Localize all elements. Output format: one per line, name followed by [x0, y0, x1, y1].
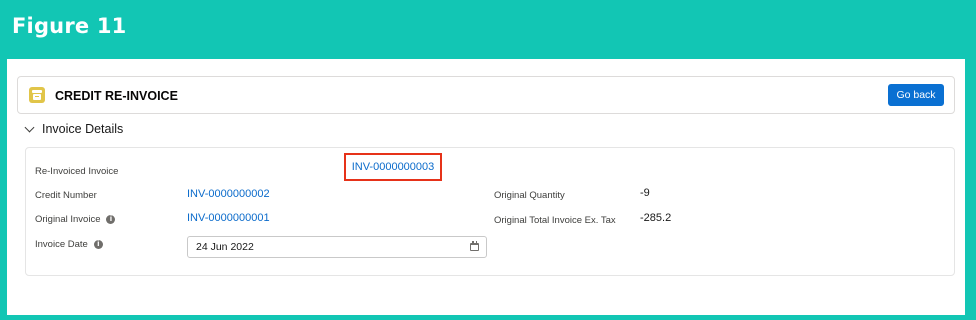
reinvoiced-invoice-link[interactable]: INV-0000000003 — [352, 161, 435, 173]
calendar-icon[interactable] — [470, 241, 479, 251]
invoice-details-section-toggle[interactable]: Invoice Details — [24, 121, 124, 137]
record-box-icon — [29, 87, 45, 103]
credit-number-label: Credit Number — [35, 190, 97, 201]
credit-number-link[interactable]: INV-0000000002 — [187, 188, 270, 200]
invoice-details-card: Re-Invoiced Invoice INV-0000000003 Credi… — [25, 147, 955, 276]
reinvoiced-invoice-label: Re-Invoiced Invoice — [35, 166, 119, 177]
highlight-box: INV-0000000003 — [344, 153, 442, 181]
invoice-date-label-text: Invoice Date — [35, 239, 88, 250]
original-quantity-value: -9 — [640, 187, 650, 199]
original-total-label: Original Total Invoice Ex. Tax — [494, 215, 616, 226]
original-quantity-label: Original Quantity — [494, 190, 565, 201]
page-title: CREDIT RE-INVOICE — [55, 89, 178, 103]
invoice-date-field[interactable] — [187, 236, 487, 258]
info-icon[interactable]: i — [106, 215, 116, 224]
section-label: Invoice Details — [42, 122, 124, 136]
figure-title: Figure 11 — [12, 14, 127, 38]
original-invoice-label-text: Original Invoice — [35, 214, 101, 225]
invoice-date-input[interactable] — [196, 239, 446, 255]
main-panel: CREDIT RE-INVOICE Go back Invoice Detail… — [7, 59, 965, 315]
original-invoice-label: Original Invoice i — [35, 214, 116, 225]
info-icon[interactable]: i — [93, 240, 103, 249]
original-invoice-link[interactable]: INV-0000000001 — [187, 212, 270, 224]
go-back-button[interactable]: Go back — [888, 84, 944, 106]
original-total-value: -285.2 — [640, 212, 672, 224]
chevron-down-icon — [24, 122, 35, 132]
invoice-date-label: Invoice Date i — [35, 239, 103, 250]
page-header: CREDIT RE-INVOICE Go back — [17, 76, 955, 114]
